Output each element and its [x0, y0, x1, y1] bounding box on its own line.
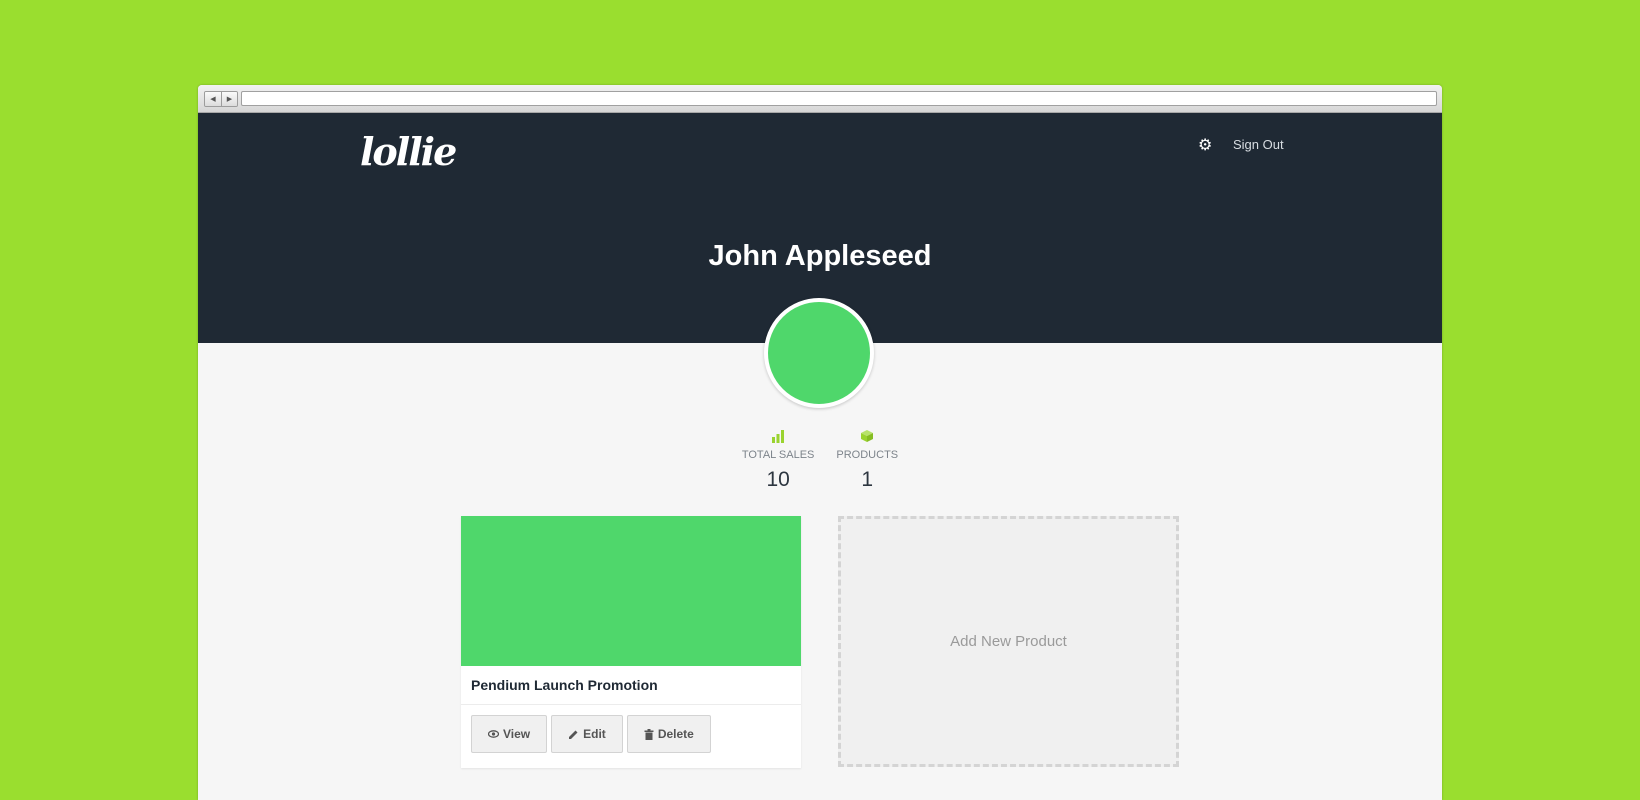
- forward-button[interactable]: ▶: [221, 92, 237, 106]
- stat-value: 1: [861, 468, 874, 491]
- edit-label: Edit: [583, 727, 606, 741]
- delete-label: Delete: [657, 727, 694, 741]
- gear-icon[interactable]: ⚙: [1198, 135, 1212, 155]
- view-button[interactable]: View: [471, 715, 548, 753]
- back-button[interactable]: ◀: [205, 92, 221, 106]
- cube-icon: [836, 429, 898, 447]
- logo[interactable]: lollie: [360, 129, 457, 174]
- trash-icon: [644, 728, 654, 740]
- stat-value: 10: [766, 468, 790, 491]
- delete-button[interactable]: Delete: [626, 715, 711, 753]
- browser-window: ◀ ▶ lollie ⚙ Sign Out John Appleseed TOT…: [198, 85, 1442, 800]
- product-card: Pendium Launch Promotion View Edit Delet…: [461, 516, 801, 768]
- product-actions: View Edit Delete: [461, 705, 801, 763]
- stat-products: PRODUCTS 1: [836, 429, 898, 492]
- stats-bar: TOTAL SALES 10 PRODUCTS 1: [198, 429, 1442, 492]
- stat-total-sales: TOTAL SALES 10: [741, 429, 815, 492]
- product-image[interactable]: [461, 516, 801, 666]
- edit-button[interactable]: Edit: [551, 715, 623, 753]
- eye-icon: [488, 730, 499, 738]
- browser-nav-buttons: ◀ ▶: [204, 91, 238, 107]
- bar-chart-icon: [742, 429, 815, 447]
- stat-label: TOTAL SALES: [741, 449, 815, 461]
- browser-toolbar: ◀ ▶: [198, 85, 1442, 113]
- sign-out-link[interactable]: Sign Out: [1233, 137, 1284, 152]
- avatar: [764, 298, 874, 408]
- product-title: Pendium Launch Promotion: [461, 666, 801, 705]
- view-label: View: [503, 727, 531, 741]
- stat-label: PRODUCTS: [836, 449, 899, 461]
- profile-name: John Appleseed: [708, 240, 932, 272]
- pencil-icon: [569, 730, 578, 739]
- add-new-product-button[interactable]: Add New Product: [838, 516, 1179, 767]
- add-product-label: Add New Product: [950, 633, 1067, 650]
- address-bar[interactable]: [241, 91, 1437, 106]
